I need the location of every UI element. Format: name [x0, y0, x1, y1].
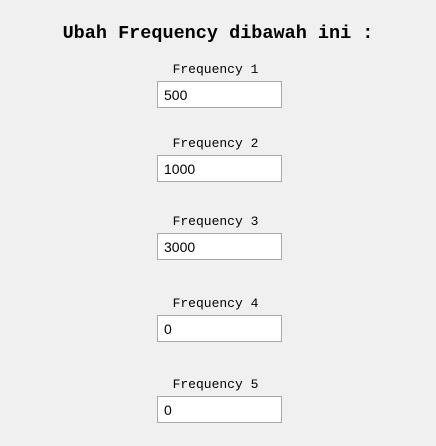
frequency-3-input[interactable]: [157, 233, 282, 260]
frequency-4-label: Frequency 4: [172, 296, 259, 311]
frequency-5-input[interactable]: [157, 396, 282, 423]
page-title: Ubah Frequency dibawah ini :: [62, 23, 374, 44]
frequency-4-input[interactable]: [157, 315, 282, 342]
frequency-2-label: Frequency 2: [172, 136, 259, 151]
frequency-2-input[interactable]: [157, 155, 282, 182]
frequency-1-label: Frequency 1: [172, 62, 259, 77]
frequency-5-label: Frequency 5: [172, 377, 259, 392]
frequency-1-input[interactable]: [157, 81, 282, 108]
frequency-3-label: Frequency 3: [172, 214, 259, 229]
